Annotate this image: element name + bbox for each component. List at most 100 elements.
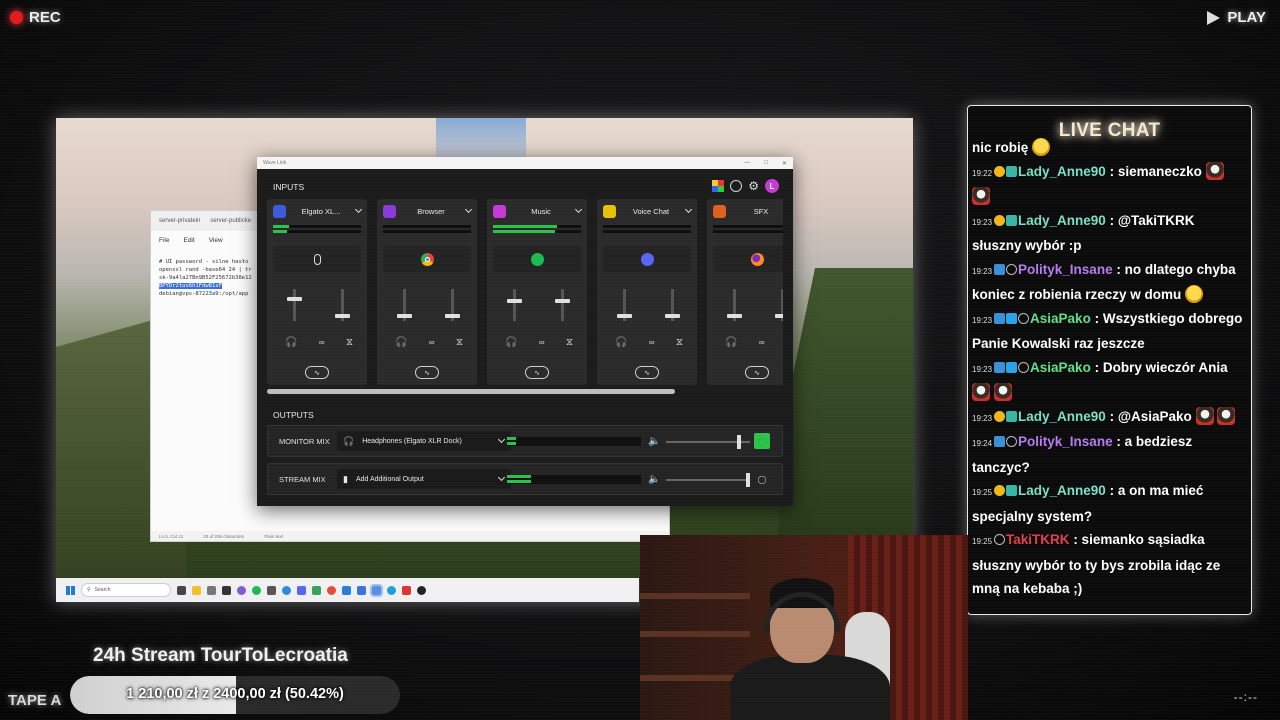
broadcast-icon[interactable]: ⧖ [456, 337, 463, 348]
monitor-fader[interactable] [397, 289, 412, 321]
menu-edit[interactable]: Edit [183, 237, 194, 244]
speaker-icon[interactable]: 🔈 [648, 474, 660, 485]
fader-knob[interactable] [397, 314, 412, 319]
chat-username[interactable]: AsiaPako [1030, 360, 1091, 375]
chevron-down-icon[interactable] [574, 205, 583, 214]
app-icon[interactable] [312, 585, 321, 595]
monitor-fader[interactable] [507, 289, 522, 321]
effects-icon[interactable]: ∿ [745, 366, 769, 379]
stream-fader[interactable] [775, 289, 783, 321]
channel-header[interactable]: Music [493, 204, 583, 218]
editor-tab[interactable]: server-privatein [159, 218, 200, 224]
slider-knob[interactable] [737, 435, 742, 449]
mail-icon[interactable] [222, 585, 231, 595]
output-volume-slider[interactable] [666, 435, 750, 449]
link-icon[interactable]: ∞ [539, 338, 545, 347]
speaker-icon[interactable]: 🔈 [648, 436, 660, 447]
effects-icon[interactable]: ∿ [525, 366, 549, 379]
chat-username[interactable]: Polityk_Insane [1018, 262, 1113, 277]
app-icon[interactable] [282, 585, 291, 595]
app-icon[interactable] [357, 585, 366, 595]
taskbar-search[interactable]: ⚲ Search [81, 583, 171, 597]
windows-start-icon[interactable] [66, 585, 75, 595]
headphones-icon[interactable]: 🎧 [395, 337, 407, 348]
channel-header[interactable]: Browser [383, 204, 473, 218]
app-icon[interactable] [342, 585, 351, 595]
link-icon[interactable]: ∞ [649, 338, 655, 347]
chat-username[interactable]: Lady_Anne90 [1018, 409, 1106, 424]
channel-header[interactable]: Voice Chat [603, 204, 693, 218]
source-button[interactable] [713, 246, 783, 272]
discord-taskbar-icon[interactable] [297, 585, 306, 595]
maximize-icon[interactable]: □ [764, 160, 768, 167]
fader-knob[interactable] [727, 314, 742, 319]
fader-knob[interactable] [335, 314, 350, 319]
marketplace-icon[interactable] [712, 180, 725, 192]
avatar[interactable]: L [765, 179, 779, 193]
chevron-down-icon[interactable] [354, 205, 363, 214]
broadcast-icon[interactable]: ⧖ [566, 337, 573, 348]
chat-username[interactable]: AsiaPako [1030, 311, 1091, 326]
stream-fader[interactable] [555, 289, 570, 321]
output-device-select[interactable]: 🎧 Headphones (Elgato XLR Dock) [337, 431, 511, 451]
channel-header[interactable]: SFX [713, 204, 783, 218]
fader-knob[interactable] [287, 297, 302, 302]
monitor-fader[interactable] [617, 289, 632, 321]
headphones-icon[interactable]: 🎧 [725, 337, 737, 348]
edge-taskbar-icon[interactable] [387, 585, 396, 595]
stream-fader[interactable] [445, 289, 460, 321]
app-icon[interactable] [207, 585, 216, 595]
chat-username[interactable]: Polityk_Insane [1018, 434, 1113, 449]
fader-knob[interactable] [617, 314, 632, 319]
fader-knob[interactable] [775, 314, 783, 319]
app-icon[interactable] [237, 585, 246, 595]
channels-scrollbar[interactable] [267, 389, 675, 394]
chrome-taskbar-icon[interactable] [327, 585, 336, 595]
editor-tab[interactable]: server-publicke [210, 218, 251, 224]
taskview-icon[interactable] [177, 585, 186, 595]
output-device-select[interactable]: ▮ Add Additional Output [337, 469, 511, 489]
source-button[interactable] [603, 246, 691, 272]
effects-icon[interactable]: ∿ [635, 366, 659, 379]
headphones-icon[interactable]: 🎧 [285, 337, 297, 348]
source-button[interactable] [383, 246, 471, 272]
chevron-down-icon[interactable] [464, 205, 473, 214]
link-icon[interactable]: ∞ [759, 338, 765, 347]
listen-ear-icon[interactable]: ◯ [754, 471, 770, 487]
fader-knob[interactable] [665, 314, 680, 319]
wave-link-taskbar-icon[interactable] [370, 583, 383, 597]
slider-knob[interactable] [746, 473, 751, 487]
close-icon[interactable]: ✕ [782, 160, 787, 167]
fader-knob[interactable] [445, 314, 460, 319]
chat-username[interactable]: Lady_Anne90 [1018, 213, 1106, 228]
source-button[interactable] [273, 246, 361, 272]
headphones-icon[interactable]: 🎧 [615, 337, 627, 348]
wave-titlebar[interactable]: Wave Link — □ ✕ [257, 157, 793, 169]
app-icon[interactable] [417, 585, 426, 595]
fader-knob[interactable] [555, 298, 570, 303]
link-icon[interactable]: ∞ [319, 338, 325, 347]
stream-fader[interactable] [665, 289, 680, 321]
headphones-icon[interactable]: 🎧 [505, 337, 517, 348]
camera-hub-icon[interactable] [730, 180, 743, 192]
app-icon[interactable] [267, 585, 276, 595]
app-icon[interactable] [402, 585, 411, 595]
effects-icon[interactable]: ∿ [305, 366, 329, 379]
broadcast-icon[interactable]: ⧖ [346, 337, 353, 348]
monitor-fader[interactable] [287, 289, 302, 321]
output-volume-slider[interactable] [666, 473, 751, 487]
menu-view[interactable]: View [209, 237, 223, 244]
source-button[interactable] [493, 246, 581, 272]
chevron-down-icon[interactable] [684, 205, 693, 214]
listen-ear-icon[interactable]: ◯ [754, 433, 770, 449]
channel-header[interactable]: Elgato XL... [273, 204, 363, 218]
monitor-fader[interactable] [727, 289, 742, 321]
stream-fader[interactable] [335, 289, 350, 321]
broadcast-icon[interactable]: ⧖ [676, 337, 683, 348]
menu-file[interactable]: File [159, 237, 169, 244]
chat-username[interactable]: Lady_Anne90 [1018, 483, 1106, 498]
file-explorer-icon[interactable] [192, 585, 201, 595]
link-icon[interactable]: ∞ [429, 338, 435, 347]
fader-knob[interactable] [507, 298, 522, 303]
effects-icon[interactable]: ∿ [415, 366, 439, 379]
